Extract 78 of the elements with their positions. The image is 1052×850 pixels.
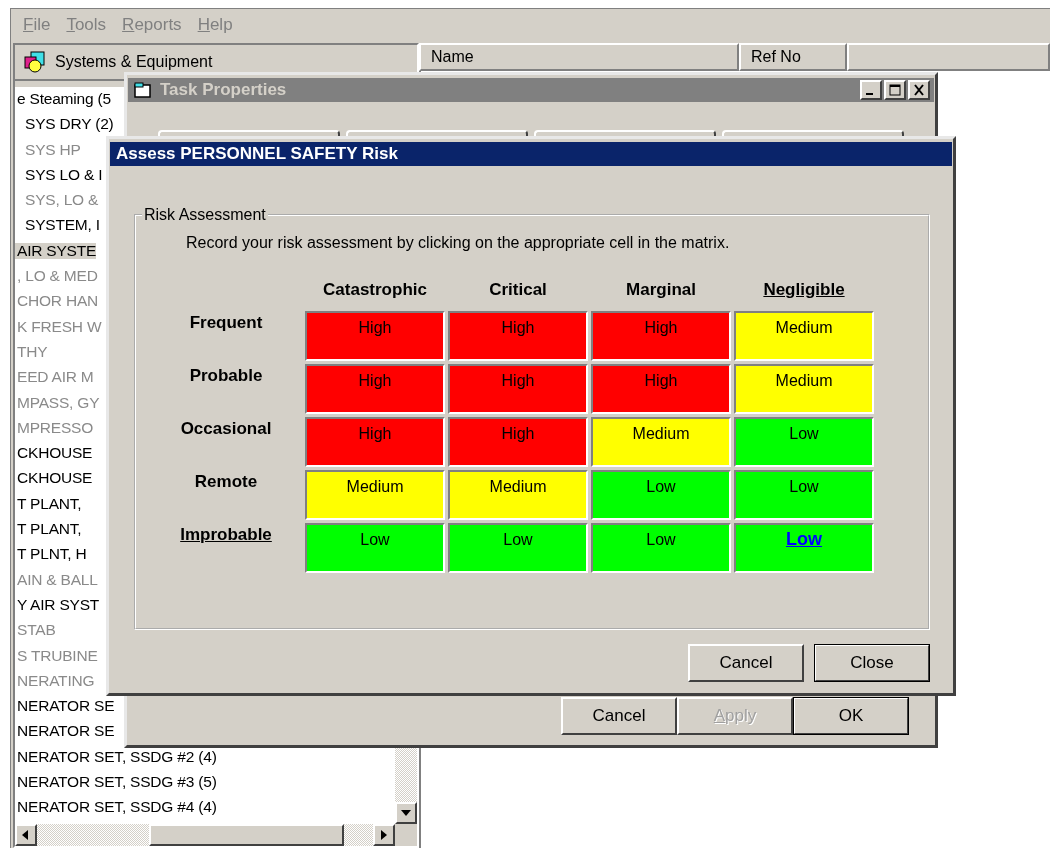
close-icon [912,84,926,96]
severity-label: Negligible [762,279,846,301]
dialog-button[interactable]: Cancel [561,697,677,735]
likelihood-label: Frequent [188,312,264,334]
tree-item[interactable]: T PLANT, [15,495,82,512]
tree-item[interactable]: T PLNT, H [15,546,87,563]
scrollbar-thumb[interactable] [149,824,344,846]
severity-label: Catastrophic [322,279,428,301]
risk-cell[interactable]: Medium [591,417,731,467]
severity-label: Marginal [625,279,697,301]
likelihood-label: Remote [193,471,259,493]
risk-cell[interactable]: High [448,364,588,414]
dialog-button[interactable]: OK [793,697,909,735]
tree-item[interactable]: NERATOR SE [15,698,115,715]
tree-item[interactable]: Y AIR SYST [15,596,100,613]
scroll-left-button[interactable] [15,824,37,846]
dialog-button[interactable]: Close [814,644,930,682]
risk-cell[interactable]: High [591,311,731,361]
column-header[interactable]: Ref No [739,43,847,71]
tree-item[interactable]: MPRESSO [15,419,94,436]
dialog-title: Assess PERSONNEL SAFETY Risk [116,144,398,164]
scroll-down-button[interactable] [395,802,417,824]
risk-cell[interactable]: Low [591,470,731,520]
risk-cell[interactable]: High [305,417,445,467]
risk-cell[interactable]: Low [591,523,731,573]
instruction-text: Record your risk assessment by clicking on the appropriate cell in the matrix. [186,234,731,252]
tree-item[interactable]: SYS, LO & [23,192,99,209]
risk-cell[interactable]: High [305,311,445,361]
risk-cell[interactable]: Low [734,470,874,520]
tree-item[interactable]: K FRESH W [15,318,102,335]
risk-cell[interactable]: Low [734,523,874,573]
likelihood-label: Probable [188,365,264,387]
severity-label: Critical [488,279,548,301]
likelihood-label: Occasional [179,418,273,440]
tree-item[interactable]: NERATOR SE [15,723,115,740]
risk-cell[interactable]: Medium [305,470,445,520]
likelihood-label: Improbable [179,524,273,546]
risk-cell[interactable]: Low [305,523,445,573]
tree-item[interactable]: CHOR HAN [15,293,99,310]
risk-cell[interactable]: High [448,311,588,361]
tree-item[interactable]: SYS HP [23,141,81,158]
pane-title: Systems & Equipment [55,53,213,71]
tree-item[interactable]: T PLANT, [15,521,82,538]
risk-cell[interactable]: Low [734,417,874,467]
risk-cell[interactable]: Medium [734,364,874,414]
scroll-right-button[interactable] [373,824,395,846]
group-title: Risk Assessment [143,206,267,224]
risk-cell[interactable]: Medium [448,470,588,520]
tree-item[interactable]: MPASS, GY [15,394,100,411]
window-icon [134,82,152,98]
tree-item[interactable]: CKHOUSE [15,470,93,487]
maximize-icon [888,84,902,96]
window-title: Task Properties [160,80,287,100]
shapes-icon [23,50,47,74]
tree-item[interactable]: SYS LO & I [23,166,103,183]
tree-item[interactable]: NERATING [15,672,95,689]
dialog-button[interactable]: Cancel [688,644,804,682]
risk-cell[interactable]: High [591,364,731,414]
risk-cell[interactable]: High [305,364,445,414]
column-header[interactable]: Name [419,43,739,71]
scrollbar-track[interactable] [15,824,417,846]
column-header[interactable] [847,43,1050,71]
tree-item[interactable]: NERATOR SET, SSDG #3 (5) [15,774,217,790]
tree-item[interactable]: NERATOR SET, SSDG #4 (4) [15,799,217,816]
tree-item[interactable]: , LO & MED [15,268,98,285]
tree-item[interactable]: e Steaming (5 [15,91,111,107]
tree-item[interactable]: EED AIR M [15,369,94,386]
tree-item[interactable]: CKHOUSE [15,445,93,462]
tree-item[interactable]: SYSTEM, I [23,217,100,234]
risk-cell[interactable]: Low [448,523,588,573]
scrollbar-corner [395,824,417,846]
risk-cell[interactable]: Medium [734,311,874,361]
risk-cell[interactable]: High [448,417,588,467]
tree-item[interactable]: SYS DRY (2) [23,116,114,133]
minimize-icon [866,93,873,95]
tree-item[interactable]: AIR SYSTE [15,242,97,259]
tree-item[interactable]: S TRUBINE [15,647,98,664]
tree-item[interactable]: NERATOR SET, SSDG #2 (4) [15,748,217,765]
